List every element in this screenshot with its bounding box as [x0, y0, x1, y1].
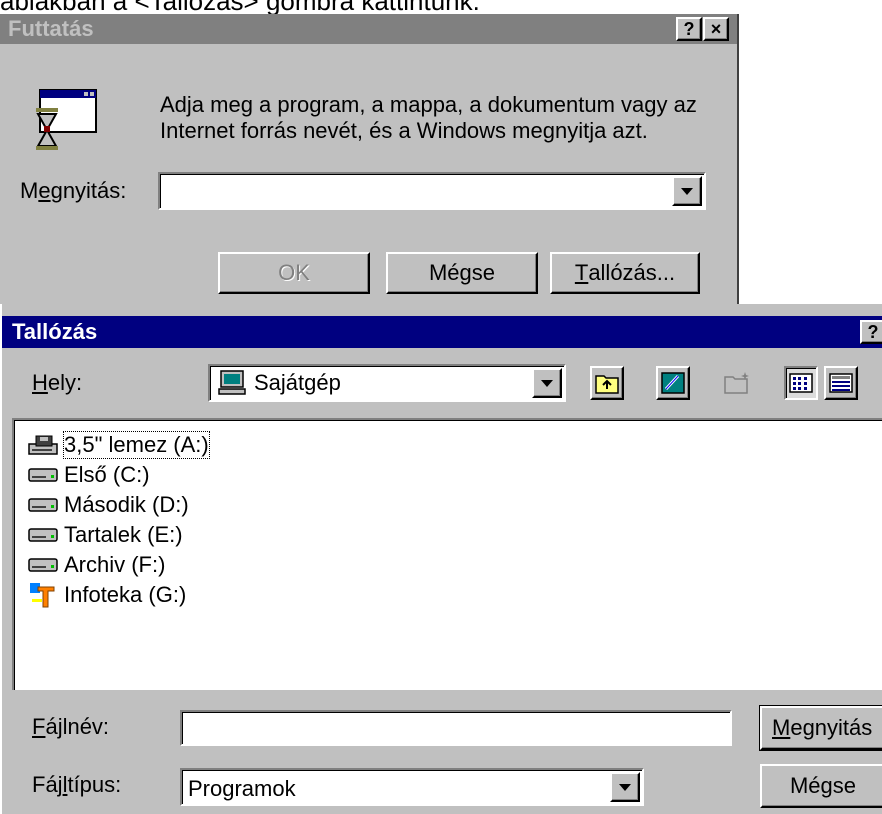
new-folder-button[interactable] [720, 366, 754, 400]
filetype-combobox[interactable]: Programok [180, 768, 644, 806]
run-description-line2: Internet forrás nevét, és a Windows megn… [160, 118, 648, 143]
item-label: 3,5" lemez (A:) [63, 431, 210, 459]
ok-button[interactable]: OK [218, 252, 370, 294]
item-label: Második (D:) [64, 492, 189, 517]
browse-help-button[interactable]: ? [860, 320, 882, 344]
open-button[interactable]: Megnyitás [759, 705, 882, 751]
browse-cancel-button[interactable]: Mégse [760, 764, 882, 808]
chevron-down-icon [619, 783, 631, 791]
filetype-label: Fájltípus: [32, 772, 122, 797]
file-list[interactable]: 3,5" lemez (A:) Első (C:) Második (D:) T… [12, 418, 882, 690]
filename-label: Fájlnév: [32, 714, 110, 739]
chevron-down-icon [681, 187, 693, 195]
hard-drive-icon [28, 463, 62, 487]
browse-title-bar: Tallózás ? [2, 316, 882, 348]
go-to-desktop-button[interactable] [656, 366, 690, 400]
browse-dialog: Tallózás ? Hely: Sajátgép 3,5" lemez (A:… [0, 304, 882, 814]
list-item[interactable]: Tartalek (E:) [28, 520, 183, 550]
item-label: Infoteka (G:) [64, 582, 187, 607]
hard-drive-icon [28, 553, 62, 577]
open-dropdown-button[interactable] [672, 176, 702, 206]
browse-button[interactable]: Tallózás... [550, 252, 700, 294]
browse-title: Tallózás [12, 319, 98, 344]
run-title: Futtatás [8, 16, 94, 41]
list-item[interactable]: 3,5" lemez (A:) [28, 430, 210, 460]
item-label: Első (C:) [64, 462, 150, 487]
filename-input[interactable] [180, 710, 732, 746]
floppy-drive-icon [28, 433, 62, 457]
computer-icon [218, 370, 248, 396]
cdrom-drive-icon [28, 583, 62, 608]
hard-drive-icon [28, 523, 62, 547]
location-combobox[interactable]: Sajátgép [208, 364, 566, 402]
help-button[interactable]: ? [676, 17, 702, 41]
filetype-dropdown-button[interactable] [610, 772, 640, 802]
close-button[interactable]: × [703, 17, 729, 41]
run-program-icon [30, 86, 110, 166]
list-view-button[interactable] [784, 366, 818, 400]
run-description-line1: Adja meg a program, a mappa, a dokumentu… [160, 92, 697, 117]
list-view-icon [789, 373, 813, 393]
item-label: Archiv (F:) [64, 552, 166, 577]
cancel-button[interactable]: Mégse [386, 252, 538, 294]
open-label: Megnyitás: [20, 178, 127, 203]
up-folder-icon [595, 375, 619, 394]
new-folder-icon [724, 372, 749, 394]
list-item[interactable]: Infoteka (G:) [28, 580, 186, 610]
location-dropdown-button[interactable] [532, 368, 562, 398]
desktop-icon [661, 372, 685, 394]
chevron-down-icon [541, 379, 553, 387]
details-view-button[interactable] [824, 366, 858, 400]
list-item[interactable]: Archiv (F:) [28, 550, 165, 580]
hard-drive-icon [28, 493, 62, 517]
location-value: Sajátgép [254, 370, 341, 395]
run-dialog: Futtatás ? × Adja meg a program, a mappa… [0, 14, 739, 304]
list-item[interactable]: Második (D:) [28, 490, 189, 520]
location-label: Hely: [32, 370, 83, 395]
up-one-level-button[interactable] [590, 366, 624, 400]
list-item[interactable]: Első (C:) [28, 460, 150, 490]
item-label: Tartalek (E:) [64, 522, 183, 547]
open-combobox[interactable] [158, 172, 706, 210]
details-view-icon [829, 373, 853, 393]
filetype-value: Programok [188, 776, 296, 801]
run-title-bar: Futtatás ? × [0, 14, 737, 44]
